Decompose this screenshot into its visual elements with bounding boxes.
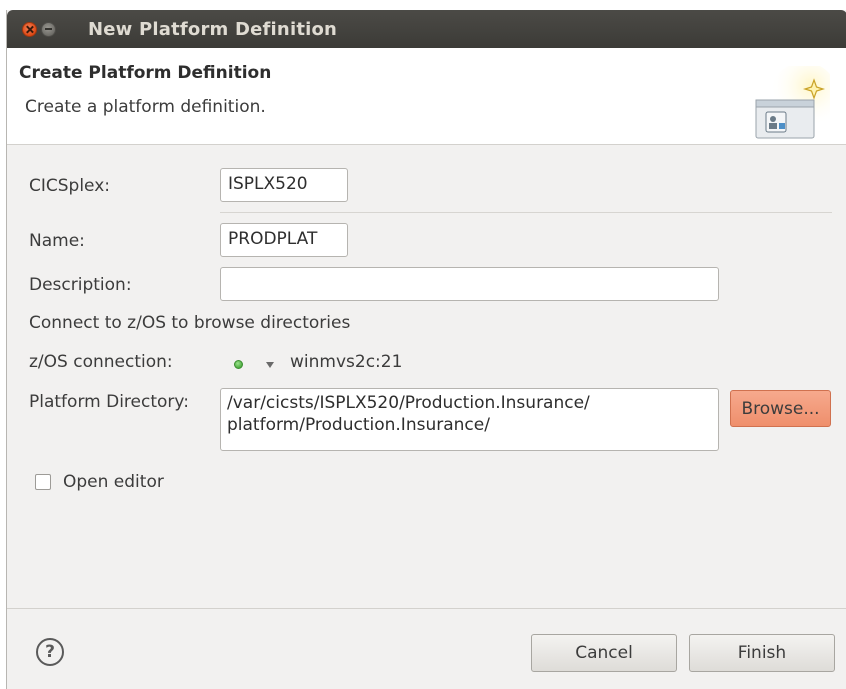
connect-hint: Connect to z/OS to browse directories	[29, 313, 351, 333]
wizard-banner: Create Platform Definition Create a plat…	[7, 48, 846, 145]
description-field[interactable]	[220, 267, 719, 301]
description-label: Description:	[29, 275, 132, 295]
open-editor-checkbox[interactable]	[35, 474, 51, 490]
wizard-banner-icon	[755, 66, 830, 139]
dialog-window: New Platform Definition Create Platform …	[6, 10, 846, 689]
close-icon[interactable]	[22, 22, 37, 37]
minimize-icon[interactable]	[41, 22, 56, 37]
cicsplex-field[interactable]: ISPLX520	[220, 168, 348, 202]
name-label: Name:	[29, 231, 85, 251]
footer-separator	[7, 608, 846, 609]
field-separator	[220, 212, 832, 213]
platform-directory-line1: /var/cicsts/ISPLX520/Production.Insuranc…	[227, 393, 590, 413]
window-title: New Platform Definition	[88, 19, 338, 40]
platform-directory-label: Platform Directory:	[29, 392, 189, 412]
finish-button[interactable]: Finish	[689, 634, 835, 672]
platform-directory-line2: platform/Production.Insurance/	[227, 415, 490, 435]
platform-directory-field[interactable]: /var/cicsts/ISPLX520/Production.Insuranc…	[220, 388, 719, 451]
help-icon[interactable]: ?	[36, 638, 64, 666]
open-editor-label[interactable]: Open editor	[63, 472, 164, 492]
banner-description: Create a platform definition.	[25, 97, 266, 117]
browse-button[interactable]: Browse...	[730, 390, 831, 427]
zos-connection-value[interactable]: winmvs2c:21	[290, 352, 402, 372]
name-field[interactable]: PRODPLAT	[220, 223, 348, 257]
cicsplex-label: CICSplex:	[29, 176, 111, 196]
chevron-down-icon[interactable]	[266, 362, 274, 368]
title-bar[interactable]: New Platform Definition	[7, 10, 846, 48]
banner-title: Create Platform Definition	[19, 63, 272, 83]
connected-status-icon	[234, 360, 243, 369]
zos-connection-label: z/OS connection:	[29, 352, 173, 372]
cancel-button[interactable]: Cancel	[531, 634, 677, 672]
